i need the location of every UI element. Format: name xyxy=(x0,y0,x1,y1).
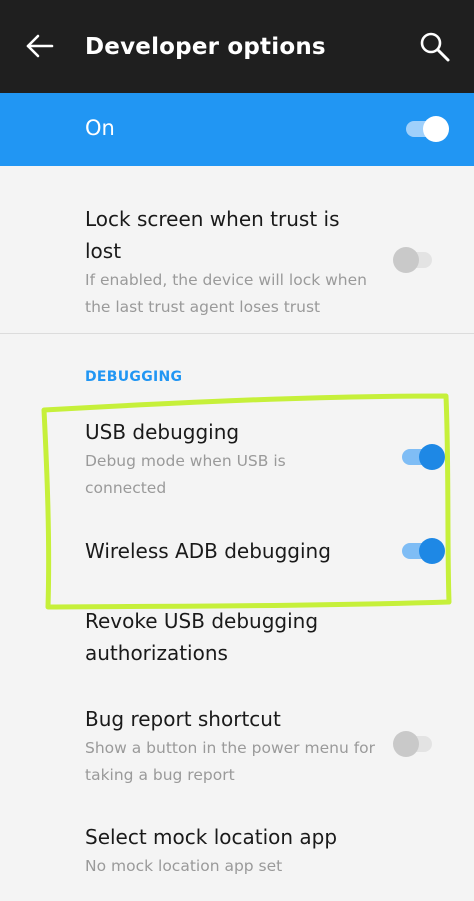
arrow-left-icon[interactable] xyxy=(24,30,56,62)
pref-summary: Debug mode when USB is connected xyxy=(85,452,286,497)
toggle-thumb xyxy=(393,731,419,757)
section-header-debugging: DEBUGGING xyxy=(85,369,183,385)
section-divider xyxy=(0,333,474,334)
pref-lock-screen-trust-lost[interactable]: Lock screen when trust is lost If enable… xyxy=(85,203,375,321)
page-title: Developer options xyxy=(85,34,326,60)
search-icon[interactable] xyxy=(418,30,452,64)
wireless-adb-toggle-switch[interactable] xyxy=(399,535,445,567)
pref-bug-report-shortcut[interactable]: Bug report shortcut Show a button in the… xyxy=(85,703,375,789)
pref-title: Lock screen when trust is lost xyxy=(85,207,340,263)
toggle-thumb xyxy=(393,247,419,273)
master-switch-bar[interactable]: On xyxy=(0,93,474,166)
toggle-thumb xyxy=(419,444,445,470)
master-toggle-switch[interactable] xyxy=(403,113,449,145)
pref-usb-debugging[interactable]: USB debugging Debug mode when USB is con… xyxy=(85,416,375,502)
lock-screen-toggle-switch[interactable] xyxy=(393,244,439,276)
pref-title: Bug report shortcut xyxy=(85,707,281,731)
pref-title: Select mock location app xyxy=(85,825,338,849)
pref-wireless-adb-debugging[interactable]: Wireless ADB debugging xyxy=(85,535,375,567)
pref-select-mock-location-app[interactable]: Select mock location app No mock locatio… xyxy=(85,821,375,880)
toggle-thumb xyxy=(419,538,445,564)
usb-debugging-toggle-switch[interactable] xyxy=(399,441,445,473)
pref-summary: Show a button in the power menu for taki… xyxy=(85,739,376,784)
pref-title: Wireless ADB debugging xyxy=(85,539,331,563)
bug-report-toggle-switch[interactable] xyxy=(393,728,439,760)
pref-revoke-usb-authorizations[interactable]: Revoke USB debugging authorizations xyxy=(85,605,375,669)
toggle-thumb xyxy=(423,116,449,142)
pref-title: USB debugging xyxy=(85,420,240,444)
pref-summary: If enabled, the device will lock when th… xyxy=(85,271,367,316)
pref-title: Revoke USB debugging authorizations xyxy=(85,609,319,665)
app-bar: Developer options xyxy=(0,0,474,93)
master-switch-label: On xyxy=(85,116,115,140)
pref-summary: No mock location app set xyxy=(85,857,283,875)
